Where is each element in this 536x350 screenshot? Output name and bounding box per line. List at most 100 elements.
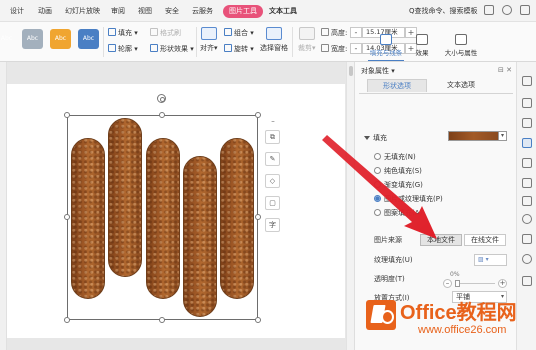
pane-pin-icon[interactable]: ⊟ — [498, 66, 504, 74]
slider-minus-icon[interactable]: – — [443, 279, 452, 288]
fill-texture-preview[interactable] — [448, 131, 499, 141]
slider-plus-icon[interactable]: + — [498, 279, 507, 288]
crop-button[interactable]: 裁剪▾ — [298, 27, 316, 53]
resize-handle-right[interactable] — [255, 214, 261, 220]
fill-section-header[interactable]: 填充 — [364, 133, 387, 143]
box-icon[interactable] — [522, 196, 532, 206]
shape-icon[interactable] — [522, 118, 532, 128]
adjust-icon[interactable] — [522, 158, 532, 168]
texture-dropdown[interactable]: ▨ ▾ — [474, 254, 507, 266]
resize-handle-bottom[interactable] — [159, 317, 165, 323]
menu-tab-cloud[interactable]: 云服务 — [192, 5, 213, 18]
properties-icon[interactable] — [522, 138, 532, 148]
resize-handle-left[interactable] — [64, 214, 70, 220]
star-icon[interactable] — [522, 76, 532, 86]
share-icon[interactable] — [522, 214, 532, 224]
radio-gradient-fill-label: 渐变填充(G) — [384, 181, 423, 189]
text-icon[interactable]: 字 — [265, 218, 280, 232]
menu-tab-text-tools[interactable]: 文本工具 — [269, 5, 297, 18]
radio-circle-icon — [374, 167, 381, 174]
rotate-button[interactable]: 旋转 ▾ — [224, 44, 254, 54]
menu-tab-view[interactable]: 视图 — [138, 5, 152, 18]
ribbon-divider — [103, 27, 104, 57]
pen-icon[interactable]: ✎ — [265, 152, 280, 166]
help-circle-icon[interactable] — [522, 254, 532, 264]
shape-effects-button[interactable]: 形状效果 ▾ — [150, 44, 194, 54]
radio-solid-fill[interactable]: 纯色填充(S) — [374, 166, 422, 176]
resize-handle-top-left[interactable] — [64, 112, 70, 118]
shape-fill-icon[interactable]: ◇ — [265, 174, 280, 188]
menu-tab-slideshow[interactable]: 幻灯片放映 — [65, 5, 100, 18]
menu-tab-review[interactable]: 审阅 — [111, 5, 125, 18]
search-box[interactable]: Q查找命令、搜索模板 — [409, 5, 478, 18]
local-file-button[interactable]: 本地文件 — [420, 234, 462, 246]
radio-pattern-fill-label: 图案填充(A) — [384, 209, 423, 217]
menu-tab-animation[interactable]: 动画 — [38, 5, 52, 18]
menu-tab-security[interactable]: 安全 — [165, 5, 179, 18]
frame-icon[interactable]: ▢ — [265, 196, 280, 210]
selection-pane-icon — [266, 27, 282, 40]
menu-tab-design[interactable]: 设计 — [10, 5, 24, 18]
pane-close-icon[interactable]: ✕ — [506, 66, 512, 74]
slider-track[interactable] — [455, 283, 495, 284]
grid-icon[interactable] — [522, 276, 532, 286]
copy-format-icon[interactable]: ⧉ — [265, 130, 280, 144]
shape-style-3[interactable]: Abc — [50, 29, 71, 49]
height-icon — [321, 28, 329, 36]
slider-knob[interactable] — [455, 280, 460, 287]
resize-handle-bottom-left[interactable] — [64, 317, 70, 323]
selection-pane-button[interactable]: 选择窗格 — [260, 27, 288, 53]
chevron-down-icon: ▾ — [500, 293, 504, 300]
fill-label: 填充 — [118, 29, 132, 37]
tab-text-options[interactable]: 文本选项 — [431, 79, 491, 92]
transparency-slider[interactable]: 0% – + — [443, 271, 507, 289]
align-button[interactable]: 对齐▾ — [200, 27, 218, 53]
collapse-icon[interactable] — [484, 5, 494, 15]
resize-handle-top-right[interactable] — [255, 112, 261, 118]
online-file-button[interactable]: 在线文件 — [464, 234, 506, 246]
copy-icon[interactable] — [522, 98, 532, 108]
fill-button[interactable]: 填充 ▾ — [108, 28, 138, 38]
floating-toolbar-collapse-icon[interactable]: – — [269, 115, 277, 129]
subtab-size-label: 大小与属性 — [444, 49, 478, 57]
subtab-fill-and-line[interactable]: 填充与线条 — [368, 34, 404, 57]
search-text: Q查找命令、搜索模板 — [409, 7, 478, 15]
shape-effects-label: 形状效果 — [160, 45, 188, 53]
height-decrease-button[interactable]: - — [350, 27, 362, 38]
rotate-handle-icon[interactable] — [157, 94, 166, 103]
group-button[interactable]: 组合 ▾ — [224, 28, 254, 38]
shape-style-4[interactable]: Abc — [78, 29, 99, 49]
menu-bar: 设计 动画 幻灯片放映 审阅 视图 安全 云服务 图片工具 文本工具 Q查找命令… — [0, 0, 536, 22]
shape-style-2[interactable]: Abc — [22, 29, 43, 49]
crop-label: 裁剪 — [298, 44, 312, 52]
radio-no-fill[interactable]: 无填充(N) — [374, 152, 416, 162]
history-icon[interactable] — [522, 234, 532, 244]
help-icon[interactable] — [502, 5, 512, 15]
menu-tab-picture-tools[interactable]: 图片工具 — [223, 5, 263, 18]
radio-gradient-fill[interactable]: 渐变填充(G) — [374, 180, 423, 190]
scrollbar-thumb[interactable] — [349, 66, 353, 76]
animation-icon[interactable] — [522, 178, 532, 188]
subtab-effects-label: 效果 — [415, 49, 429, 57]
width-field-label: 宽度: — [321, 44, 347, 54]
shape-style-1[interactable]: Abc — [0, 29, 17, 49]
subtab-size-and-properties[interactable]: 大小与属性 — [440, 34, 482, 57]
width-label-text: 宽度: — [331, 45, 348, 53]
slide-thumbnail-pane[interactable] — [0, 62, 7, 350]
canvas-scrollbar[interactable] — [346, 62, 354, 350]
more-icon[interactable] — [520, 5, 530, 15]
radio-picture-texture-fill[interactable]: 图片或纹理填充(P) — [374, 194, 443, 204]
fill-dropdown-chevron-icon[interactable]: ▾ — [498, 131, 507, 141]
pane-header-buttons: ⊟ ✕ — [498, 66, 512, 74]
outline-button[interactable]: 轮廓 ▾ — [108, 44, 138, 54]
radio-circle-icon — [374, 209, 381, 216]
tab-shape-options[interactable]: 形状选项 — [367, 79, 427, 92]
radio-pattern-fill[interactable]: 图案填充(A) — [374, 208, 422, 218]
resize-handle-top[interactable] — [159, 112, 165, 118]
radio-solid-fill-label: 纯色填充(S) — [384, 167, 422, 175]
width-decrease-button[interactable]: - — [350, 43, 362, 54]
subtab-effects[interactable]: 效果 — [410, 34, 434, 57]
resize-handle-bottom-right[interactable] — [255, 317, 261, 323]
right-sidebar — [516, 62, 536, 350]
format-painter-button[interactable]: 格式刷 — [150, 28, 181, 38]
